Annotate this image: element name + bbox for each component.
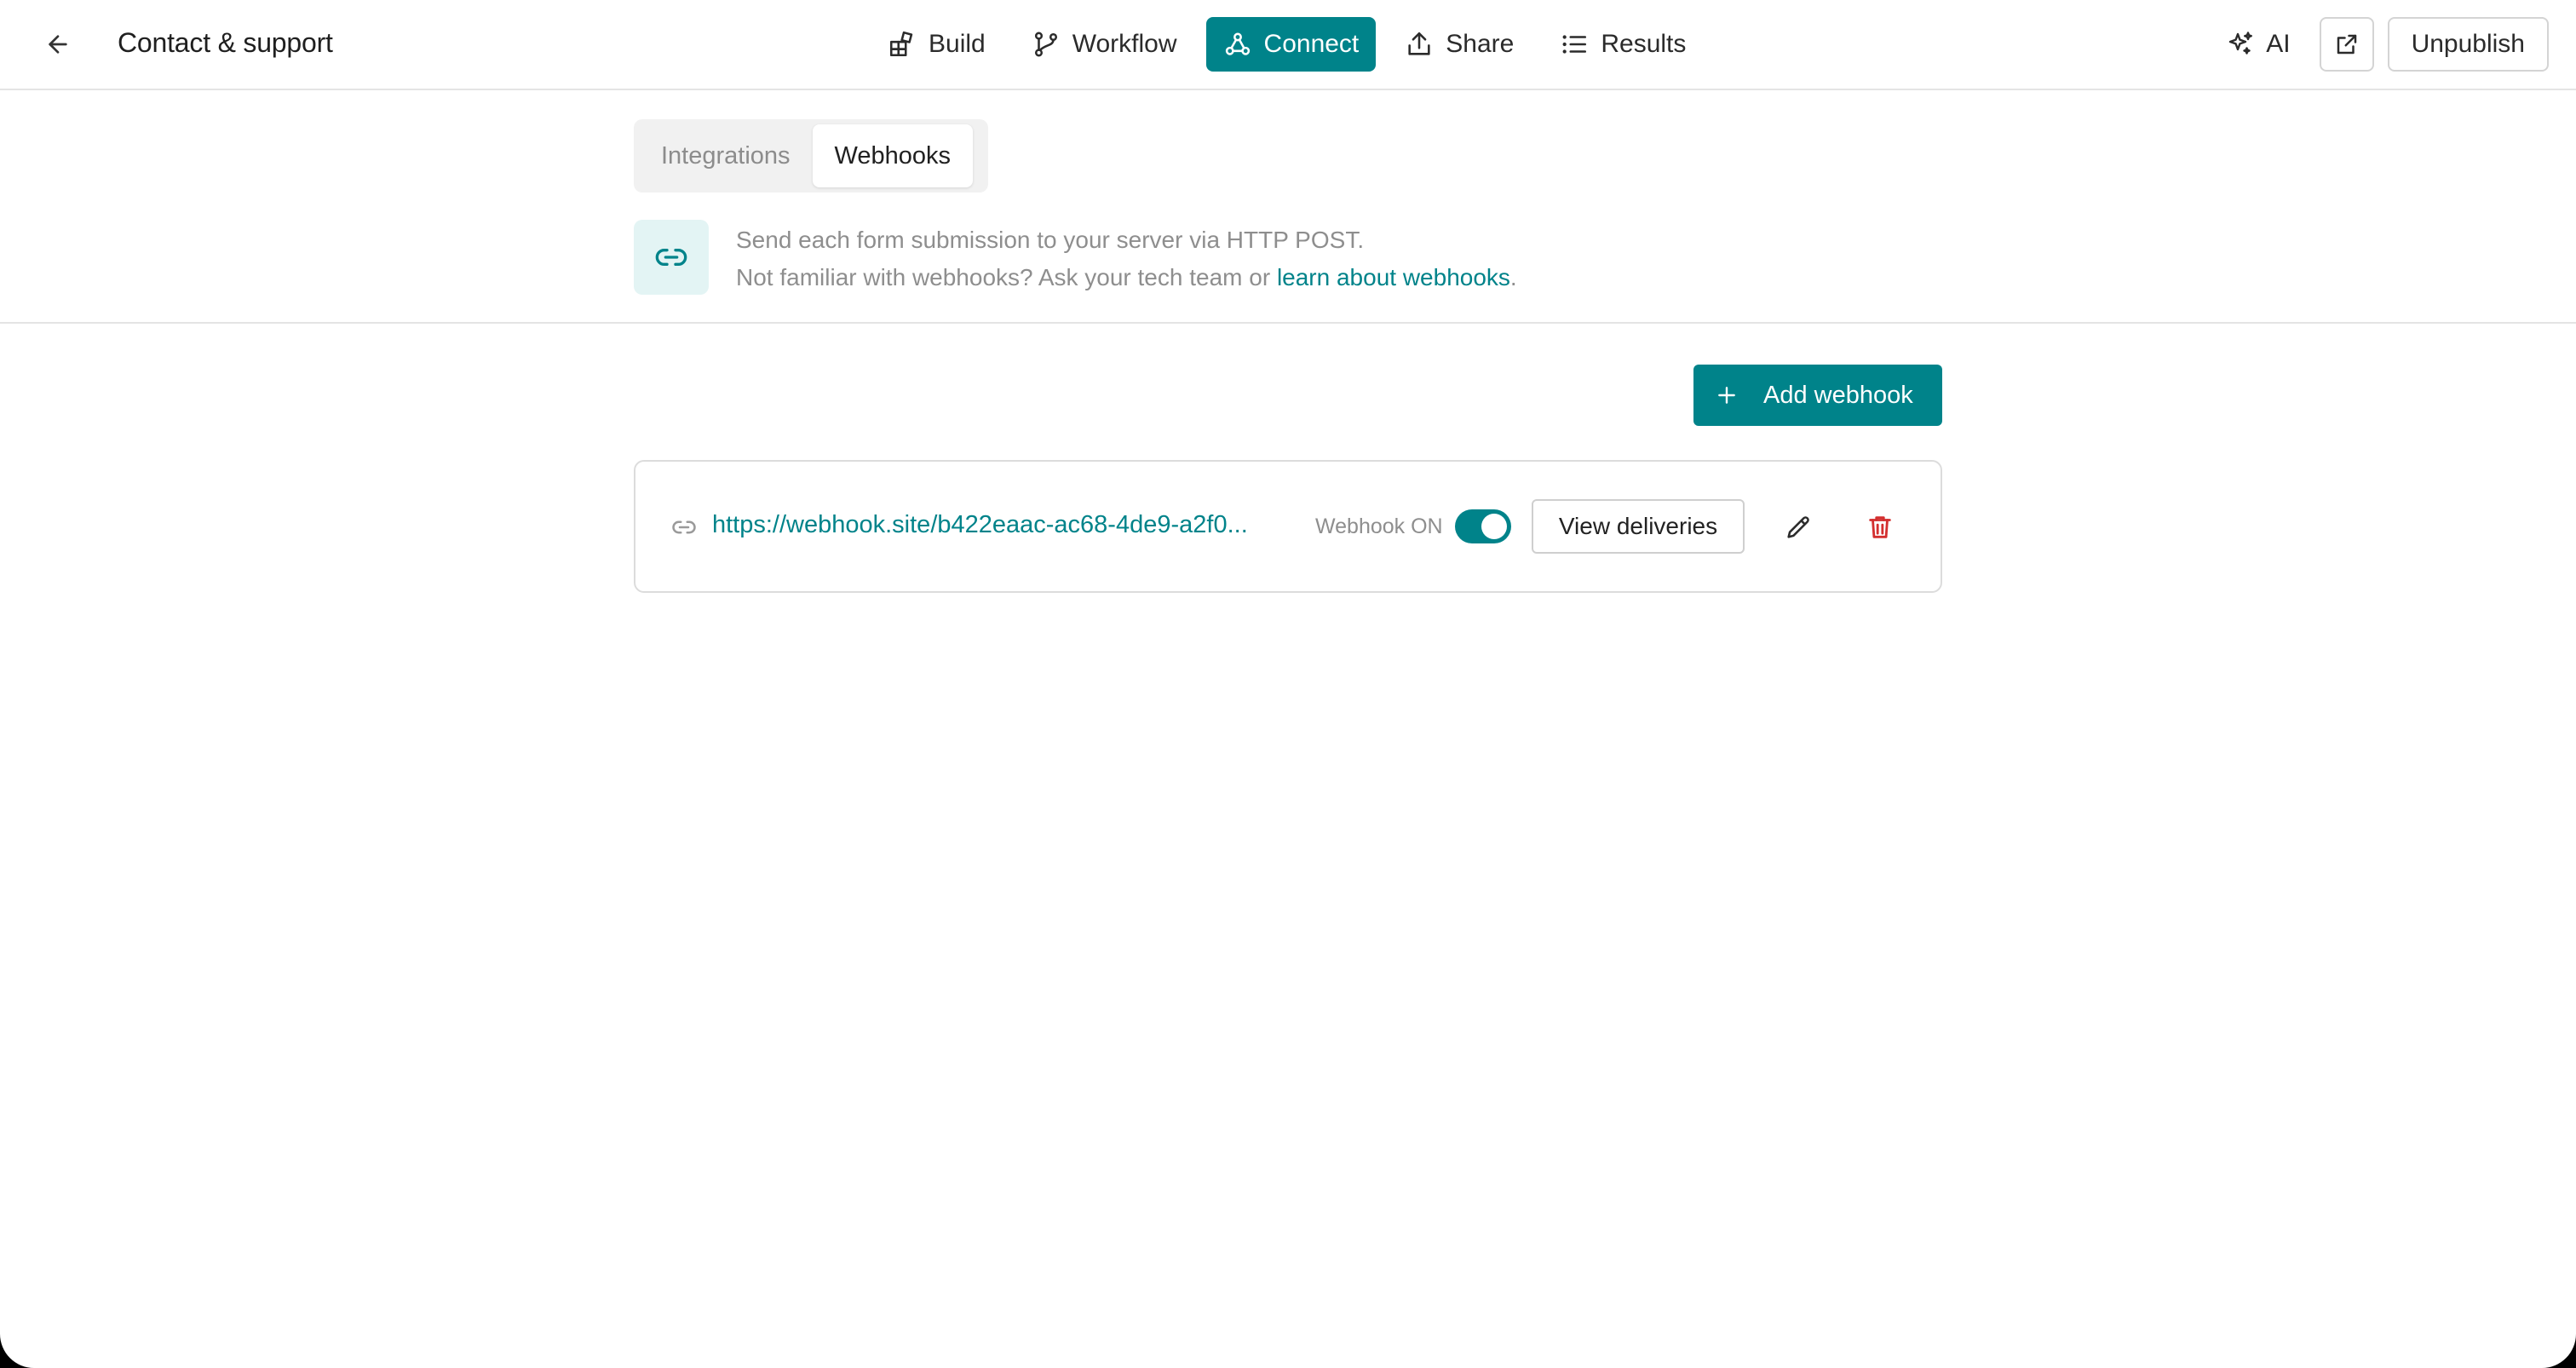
workflow-icon: [1034, 32, 1057, 57]
sparkles-icon: [2229, 32, 2253, 55]
nav-workflow[interactable]: Workflow: [1015, 17, 1194, 72]
info-line-2: Not familiar with webhooks? Ask your tec…: [736, 259, 1517, 296]
info-line-2-prefix: Not familiar with webhooks? Ask your tec…: [736, 264, 1277, 290]
edit-webhook-button[interactable]: [1774, 503, 1823, 552]
tab-integrations[interactable]: Integrations: [639, 124, 813, 187]
add-webhook-button[interactable]: Add webhook: [1693, 365, 1942, 426]
nav-build-label: Build: [929, 30, 986, 58]
link-icon: [672, 520, 696, 534]
nav-results-label: Results: [1601, 30, 1687, 58]
link-icon: [655, 249, 687, 266]
unpublish-button[interactable]: Unpublish: [2387, 17, 2549, 72]
share-icon: [1408, 32, 1430, 55]
learn-about-webhooks-link[interactable]: learn about webhooks: [1277, 264, 1510, 290]
nav-share-label: Share: [1446, 30, 1515, 58]
back-button[interactable]: [34, 26, 82, 63]
ai-button[interactable]: AI: [2210, 17, 2305, 72]
toggle-knob: [1481, 514, 1507, 539]
webhook-enabled-toggle[interactable]: [1455, 509, 1511, 543]
nav-results[interactable]: Results: [1543, 17, 1703, 72]
results-icon: [1562, 35, 1587, 54]
nav-workflow-label: Workflow: [1072, 30, 1177, 58]
view-deliveries-button[interactable]: View deliveries: [1532, 499, 1745, 554]
add-webhook-label: Add webhook: [1763, 381, 1913, 409]
nav-connect[interactable]: Connect: [1205, 17, 1377, 72]
nav-build[interactable]: Build: [871, 17, 1003, 72]
webhook-url[interactable]: https://webhook.site/b422eaac-ac68-4de9-…: [712, 511, 1325, 539]
plus-icon: [1718, 387, 1735, 404]
external-link-icon: [2337, 34, 2356, 55]
info-line-1: Send each form submission to your server…: [736, 227, 1365, 253]
header-actions: AI Unpublish: [2210, 17, 2549, 72]
section-divider: [0, 322, 2576, 324]
page-title: Contact & support: [118, 27, 333, 58]
info-line-2-suffix: .: [1509, 264, 1517, 290]
main-nav: Build Workflow Connect Share Results: [871, 17, 1703, 72]
connect-icon: [1225, 32, 1250, 55]
nav-connect-label: Connect: [1263, 30, 1360, 58]
webhook-status-label: Webhook ON: [1315, 514, 1443, 538]
arrow-left-icon: [49, 35, 67, 54]
tab-webhooks[interactable]: Webhooks: [812, 124, 974, 187]
ai-label: AI: [2266, 30, 2291, 58]
open-external-button[interactable]: [2319, 17, 2374, 72]
webhook-info-icon-box: [634, 220, 709, 295]
nav-share[interactable]: Share: [1388, 17, 1531, 72]
webhook-info-text: Send each form submission to your server…: [736, 221, 1517, 296]
top-bar: Contact & support Build Workflow Connect…: [0, 0, 2576, 90]
pencil-icon: [1787, 516, 1809, 538]
build-icon: [889, 31, 913, 57]
connect-tabs: Integrations Webhooks: [634, 119, 988, 193]
trash-icon: [1869, 516, 1891, 538]
webhook-card: https://webhook.site/b422eaac-ac68-4de9-…: [634, 460, 1942, 593]
delete-webhook-button[interactable]: [1855, 503, 1905, 552]
app-window: Contact & support Build Workflow Connect…: [0, 0, 2576, 1368]
